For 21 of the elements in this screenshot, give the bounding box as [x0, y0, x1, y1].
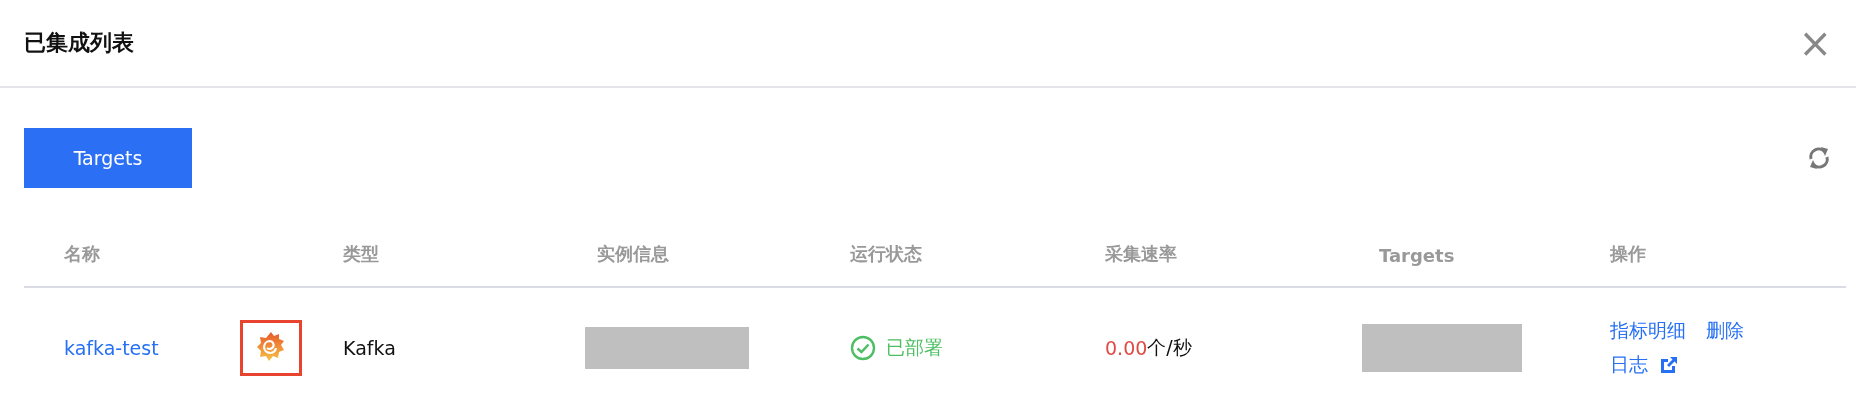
action-link[interactable]: 删除 [1706, 318, 1744, 344]
close-button[interactable]: × [1798, 23, 1832, 63]
refresh-icon[interactable] [1806, 144, 1832, 172]
spiral-logo-icon [240, 320, 302, 376]
integration-link[interactable]: kafka-test [64, 337, 240, 359]
column-header: Targets [1378, 245, 1456, 266]
column-header: 采集速率 [1104, 242, 1178, 266]
action-link[interactable]: 指标明细 [1610, 318, 1686, 344]
rate-value: 0.00 [1105, 337, 1148, 359]
table-cell: Kafka [343, 337, 396, 359]
targets-button[interactable]: Targets [24, 128, 192, 188]
dialog-title: 已集成列表 [24, 29, 134, 57]
external-link-icon[interactable] [1660, 356, 1678, 374]
column-header: 运行状态 [849, 242, 923, 266]
rate-unit: 个/秒 [1147, 335, 1192, 360]
log-link[interactable]: 日志 [1610, 352, 1648, 378]
column-header: 类型 [342, 242, 380, 266]
column-header: 操作 [1609, 242, 1647, 266]
column-header: 名称 [63, 242, 101, 266]
column-header: 实例信息 [596, 242, 670, 266]
status-text: 已部署 [886, 335, 943, 360]
